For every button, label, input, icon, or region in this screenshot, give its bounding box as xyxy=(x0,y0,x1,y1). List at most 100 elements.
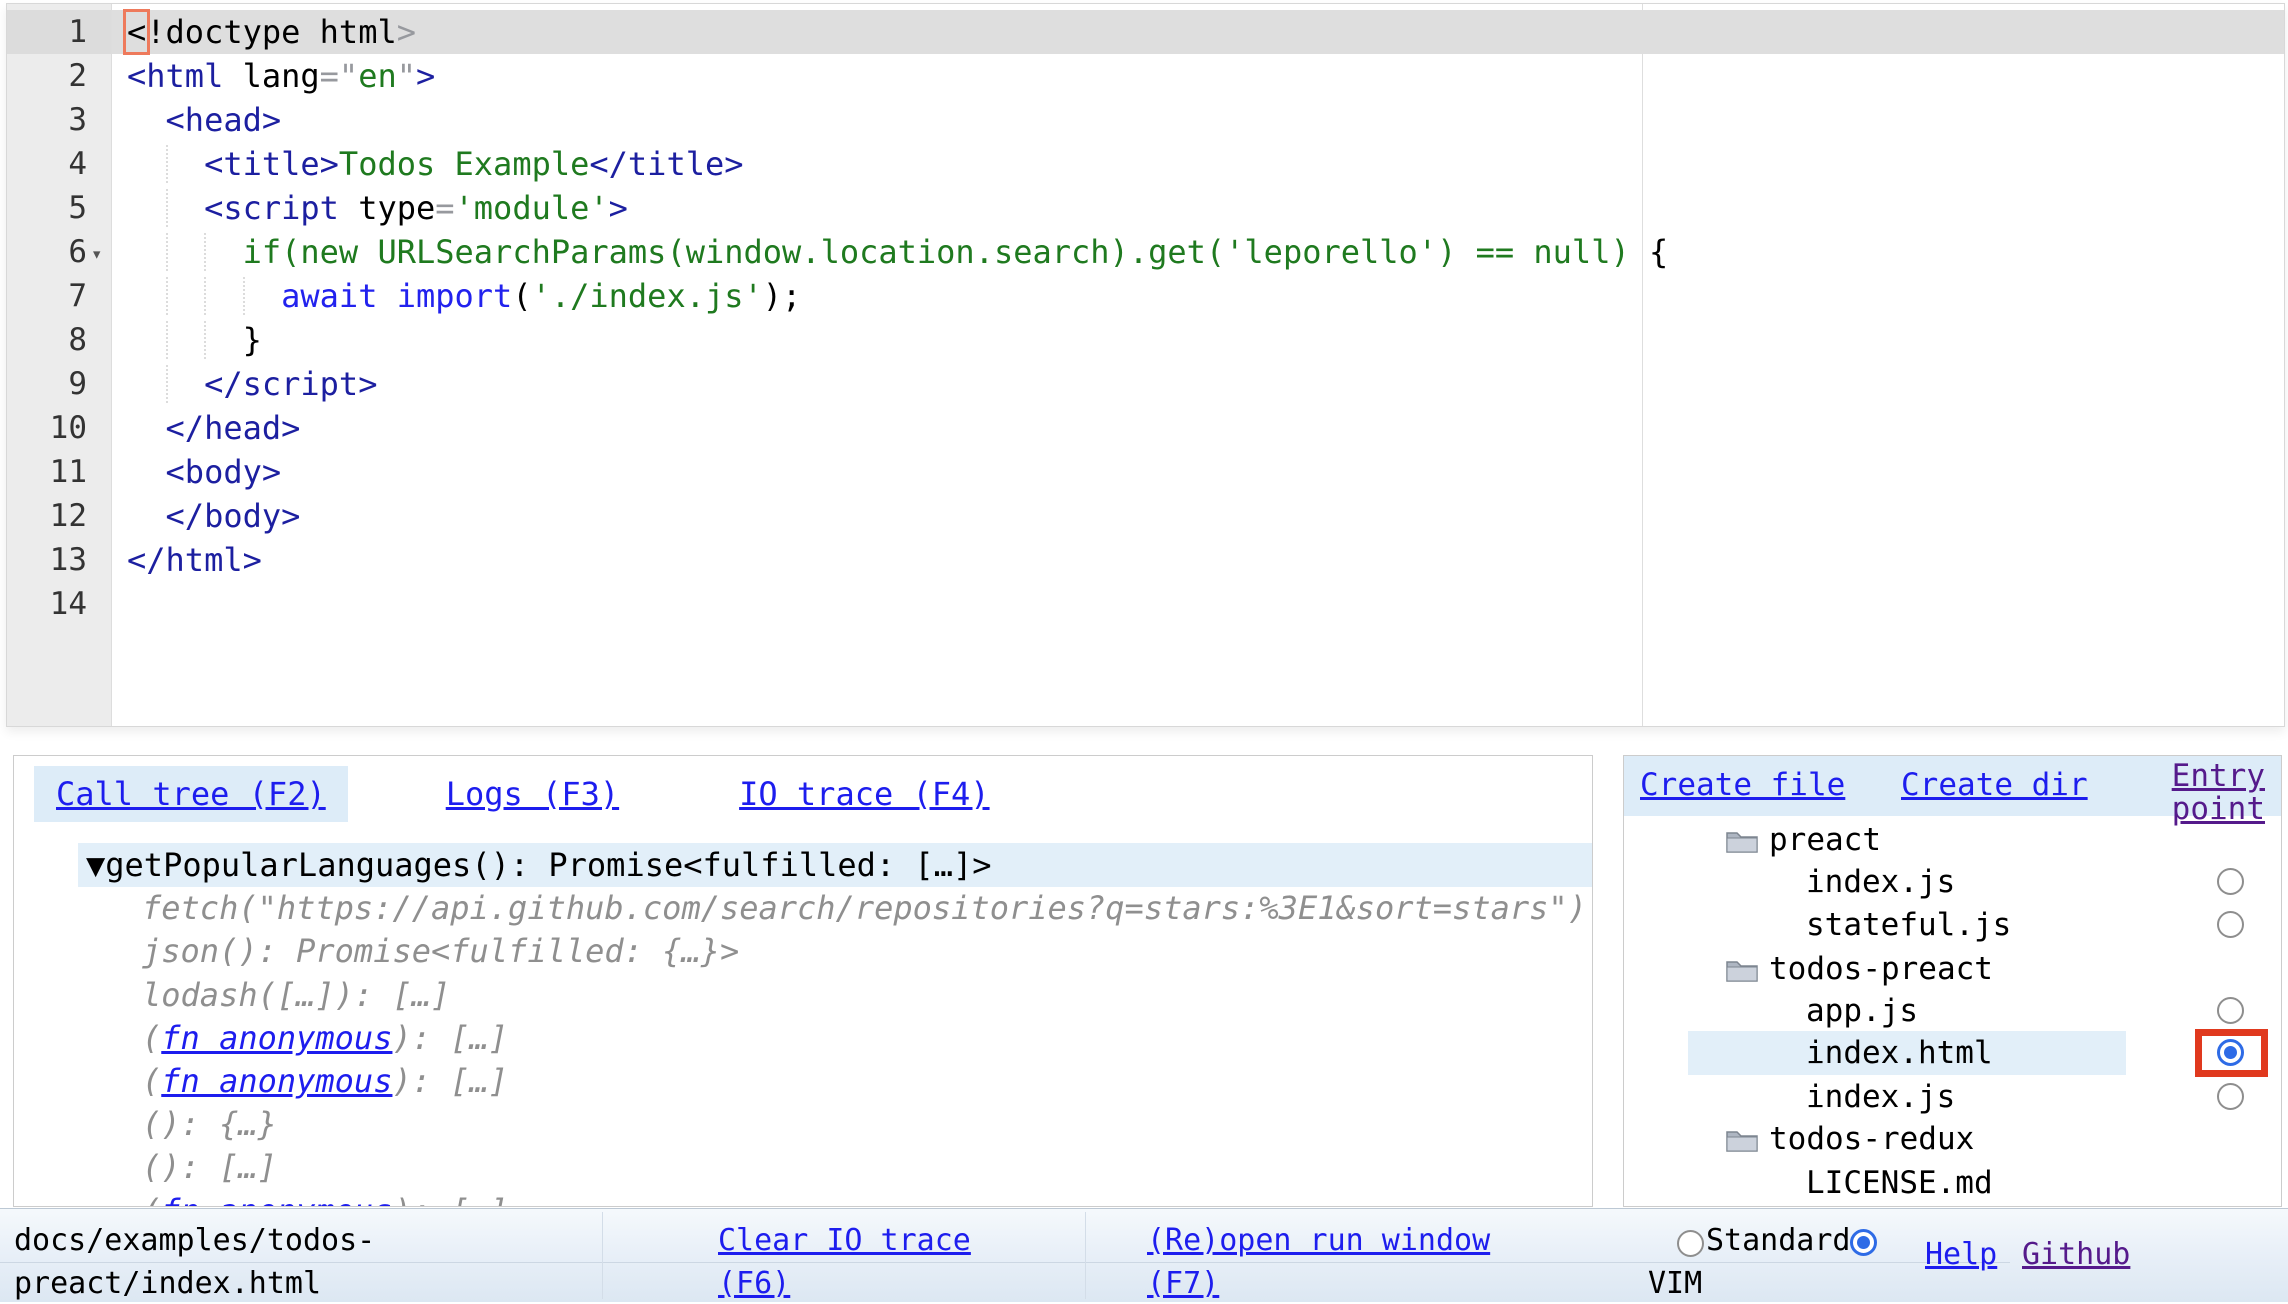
code-token: </title> xyxy=(589,145,743,183)
code-token: { xyxy=(1649,233,1668,271)
collapse-triangle-icon[interactable]: ▼ xyxy=(86,846,105,884)
code-token: </head> xyxy=(166,409,301,447)
call-tree-row[interactable]: (fn anonymous): […] xyxy=(142,1059,508,1103)
code-token: > xyxy=(397,13,416,51)
code-token: < xyxy=(127,13,146,51)
create-file-button[interactable]: Create file xyxy=(1640,769,1845,802)
code-editor[interactable]: 123456▾7891011121314 <!doctype html><htm… xyxy=(6,3,2285,727)
call-tree-text: (): […] xyxy=(142,1148,277,1186)
line-number: 14 xyxy=(7,582,87,626)
code-line: </head> xyxy=(112,406,2284,450)
call-tree-row[interactable]: (fn anonymous): […] xyxy=(142,1189,508,1207)
github-link[interactable]: Github xyxy=(2022,1237,2130,1272)
entry-point-radio[interactable] xyxy=(2217,1039,2244,1066)
reopen-run-window-shortcut[interactable]: (F7) xyxy=(1147,1266,1219,1301)
folder-name[interactable]: preact xyxy=(1769,822,1881,858)
standard-mode-radio[interactable] xyxy=(1677,1230,1704,1257)
gutter-line: 13 xyxy=(7,538,111,582)
folder-icon xyxy=(1725,1125,1759,1153)
call-tree-text: fetch("https://api.github.com/search/rep… xyxy=(142,889,1587,927)
file-name[interactable]: index.js xyxy=(1806,1079,1955,1115)
file-name[interactable]: stateful.js xyxy=(1806,907,2011,943)
anonymous-fn-link[interactable]: fn anonymous xyxy=(161,1019,392,1057)
indent-guide xyxy=(166,189,168,227)
file-name[interactable]: app.js xyxy=(1806,993,1918,1029)
line-number: 13 xyxy=(7,538,87,582)
fold-arrow-icon[interactable]: ▾ xyxy=(91,232,102,276)
entry-point-radio[interactable] xyxy=(2217,911,2244,938)
tab-logs[interactable]: Logs (F3) xyxy=(424,766,641,822)
file-tree-folder-row: todos-redux xyxy=(1769,1117,1974,1161)
indent-guide xyxy=(204,233,206,271)
clear-io-trace-button[interactable]: Clear IO trace xyxy=(718,1223,971,1258)
anonymous-fn-link[interactable]: fn anonymous xyxy=(161,1062,392,1100)
gutter-line: 12 xyxy=(7,494,111,538)
code-line xyxy=(112,582,2284,626)
code-token: </body> xyxy=(166,497,301,535)
call-tree-row[interactable]: lodash([…]): […] xyxy=(142,973,450,1017)
code-token: > xyxy=(416,57,435,95)
file-tree-file-row: stateful.js xyxy=(1806,903,2011,947)
code-line: <title>Todos Example</title> xyxy=(112,142,2284,186)
editor-gutter: 123456▾7891011121314 xyxy=(7,4,112,726)
vim-mode-label[interactable]: VIM xyxy=(1648,1264,1702,1304)
line-number: 8 xyxy=(7,318,87,362)
help-link[interactable]: Help xyxy=(1925,1237,1997,1272)
code-token: <title> xyxy=(204,145,339,183)
entry-point-link[interactable]: Entry point xyxy=(2125,760,2265,826)
standard-mode-label[interactable]: Standard xyxy=(1706,1221,1851,1261)
code-line: await import('./index.js'); xyxy=(112,274,2284,318)
code-token: './index.js' xyxy=(532,277,763,315)
call-tree-row[interactable]: json(): Promise<fulfilled: {…}> xyxy=(142,929,739,973)
anonymous-fn-link[interactable]: fn anonymous xyxy=(161,1192,392,1207)
gutter-line: 9 xyxy=(7,362,111,406)
code-token: <body> xyxy=(166,453,282,491)
call-tree-row[interactable]: (fn anonymous): […] xyxy=(142,1016,508,1060)
call-tree-text: ( xyxy=(142,1192,161,1207)
file-tree-file-row: app.js xyxy=(1806,989,1918,1033)
code-token: en xyxy=(358,57,397,95)
file-name[interactable]: LICENSE.md xyxy=(1806,1165,1993,1201)
tab-io-trace[interactable]: IO trace (F4) xyxy=(717,766,1011,822)
call-tree-row[interactable]: (): {…} xyxy=(142,1102,277,1146)
folder-name[interactable]: todos-preact xyxy=(1769,951,1993,987)
folder-name[interactable]: todos-redux xyxy=(1769,1121,1974,1157)
panel-tabs: Call tree (F2) Logs (F3) IO trace (F4) xyxy=(34,766,1012,822)
status-bar: docs/examples/todos- preact/index.html C… xyxy=(0,1208,2288,1302)
code-token: type xyxy=(339,189,435,227)
gutter-line: 4 xyxy=(7,142,111,186)
entry-point-radio[interactable] xyxy=(2217,1083,2244,1110)
indent-guide xyxy=(166,277,168,315)
call-tree-row-selected[interactable]: ▼getPopularLanguages(): Promise<fulfille… xyxy=(78,843,1592,887)
clear-io-trace-shortcut[interactable]: (F6) xyxy=(718,1266,790,1301)
file-name[interactable]: index.js xyxy=(1806,864,1955,900)
entry-point-radio[interactable] xyxy=(2217,997,2244,1024)
code-line: <!doctype html> xyxy=(112,10,2284,54)
code-line: <head> xyxy=(112,98,2284,142)
entry-point-radio[interactable] xyxy=(2217,868,2244,895)
current-file-path-line1: docs/examples/todos- xyxy=(14,1221,375,1261)
call-tree-panel: Call tree (F2) Logs (F3) IO trace (F4) ▼… xyxy=(13,755,1593,1207)
indent-guide xyxy=(204,277,206,315)
call-tree-text: json(): Promise<fulfilled: {…}> xyxy=(142,932,739,970)
code-line: </html> xyxy=(112,538,2284,582)
call-tree-text: (): {…} xyxy=(142,1105,277,1143)
gutter-line: 7 xyxy=(7,274,111,318)
file-tree-folder-row: preact xyxy=(1769,818,1881,862)
vim-mode-radio[interactable] xyxy=(1850,1229,1877,1256)
call-tree-row[interactable]: fetch("https://api.github.com/search/rep… xyxy=(142,886,1587,930)
indent-guide xyxy=(166,233,168,271)
create-dir-button[interactable]: Create dir xyxy=(1901,769,2088,802)
call-tree-row[interactable]: (): […] xyxy=(142,1145,277,1189)
reopen-run-window-button[interactable]: (Re)open run window xyxy=(1147,1223,1490,1258)
code-area[interactable]: <!doctype html><html lang="en"> <head> <… xyxy=(112,4,2284,726)
code-token: </script> xyxy=(204,365,377,403)
code-line: } xyxy=(112,318,2284,362)
gutter-line: 11 xyxy=(7,450,111,494)
line-number: 7 xyxy=(7,274,87,318)
tab-call-tree[interactable]: Call tree (F2) xyxy=(34,766,348,822)
call-tree-text: getPopularLanguages(): Promise<fulfilled… xyxy=(105,846,991,884)
file-tree-file-row: LICENSE.md xyxy=(1806,1161,1993,1205)
file-name[interactable]: index.html xyxy=(1806,1035,1993,1071)
code-token: = xyxy=(435,189,454,227)
